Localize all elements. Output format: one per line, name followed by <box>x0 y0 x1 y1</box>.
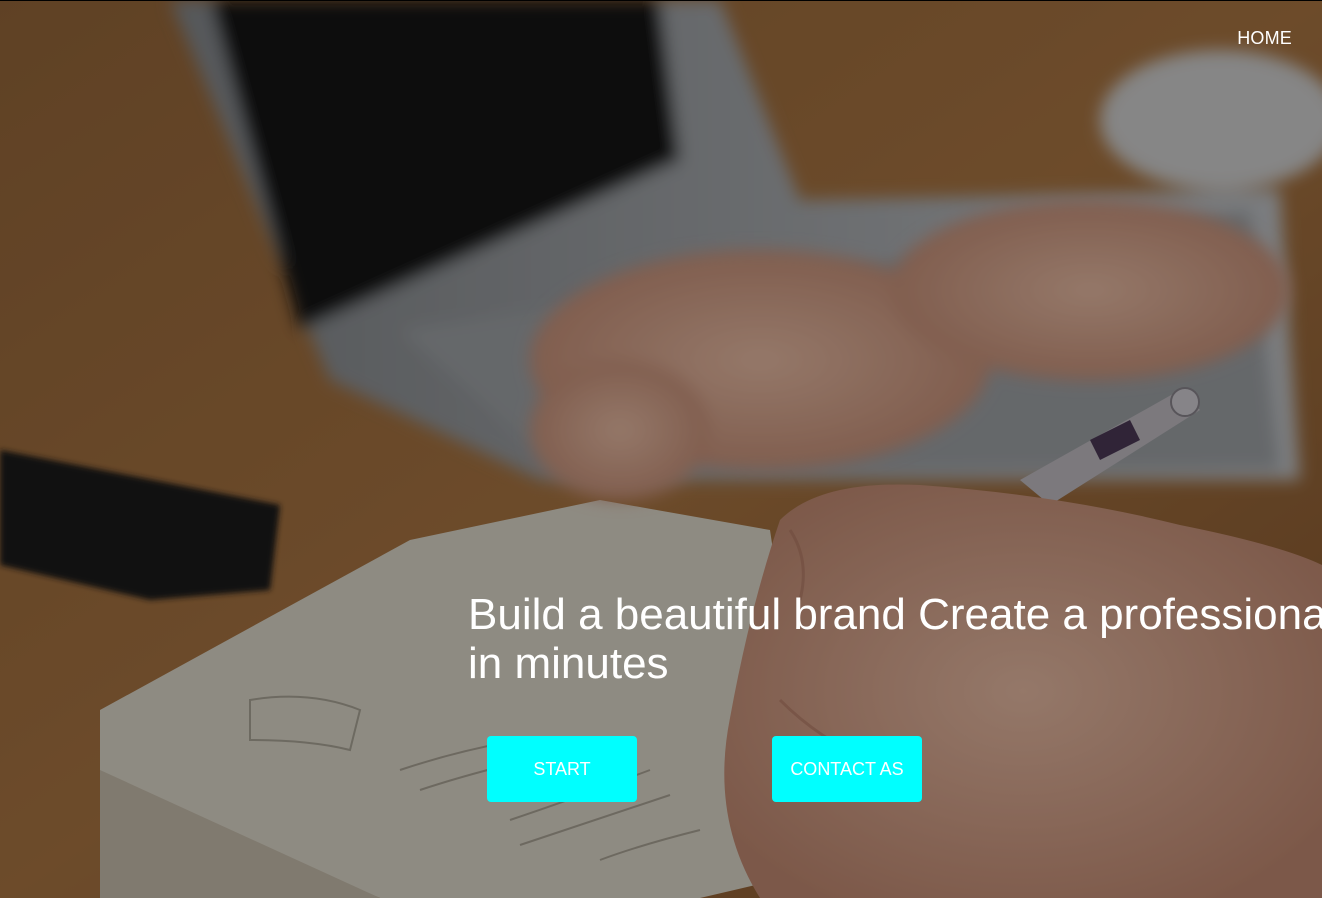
top-nav: HOME <box>1237 28 1292 49</box>
hero-section: HOME Build a beautiful brand Create a pr… <box>0 0 1322 898</box>
nav-home-link[interactable]: HOME <box>1237 28 1292 48</box>
contact-button[interactable]: CONTACT AS <box>772 736 922 802</box>
dark-overlay <box>0 0 1322 898</box>
start-button[interactable]: START <box>487 736 637 802</box>
hero-headline: Build a beautiful brand Create a profess… <box>468 590 1322 688</box>
top-divider <box>0 0 1322 1</box>
